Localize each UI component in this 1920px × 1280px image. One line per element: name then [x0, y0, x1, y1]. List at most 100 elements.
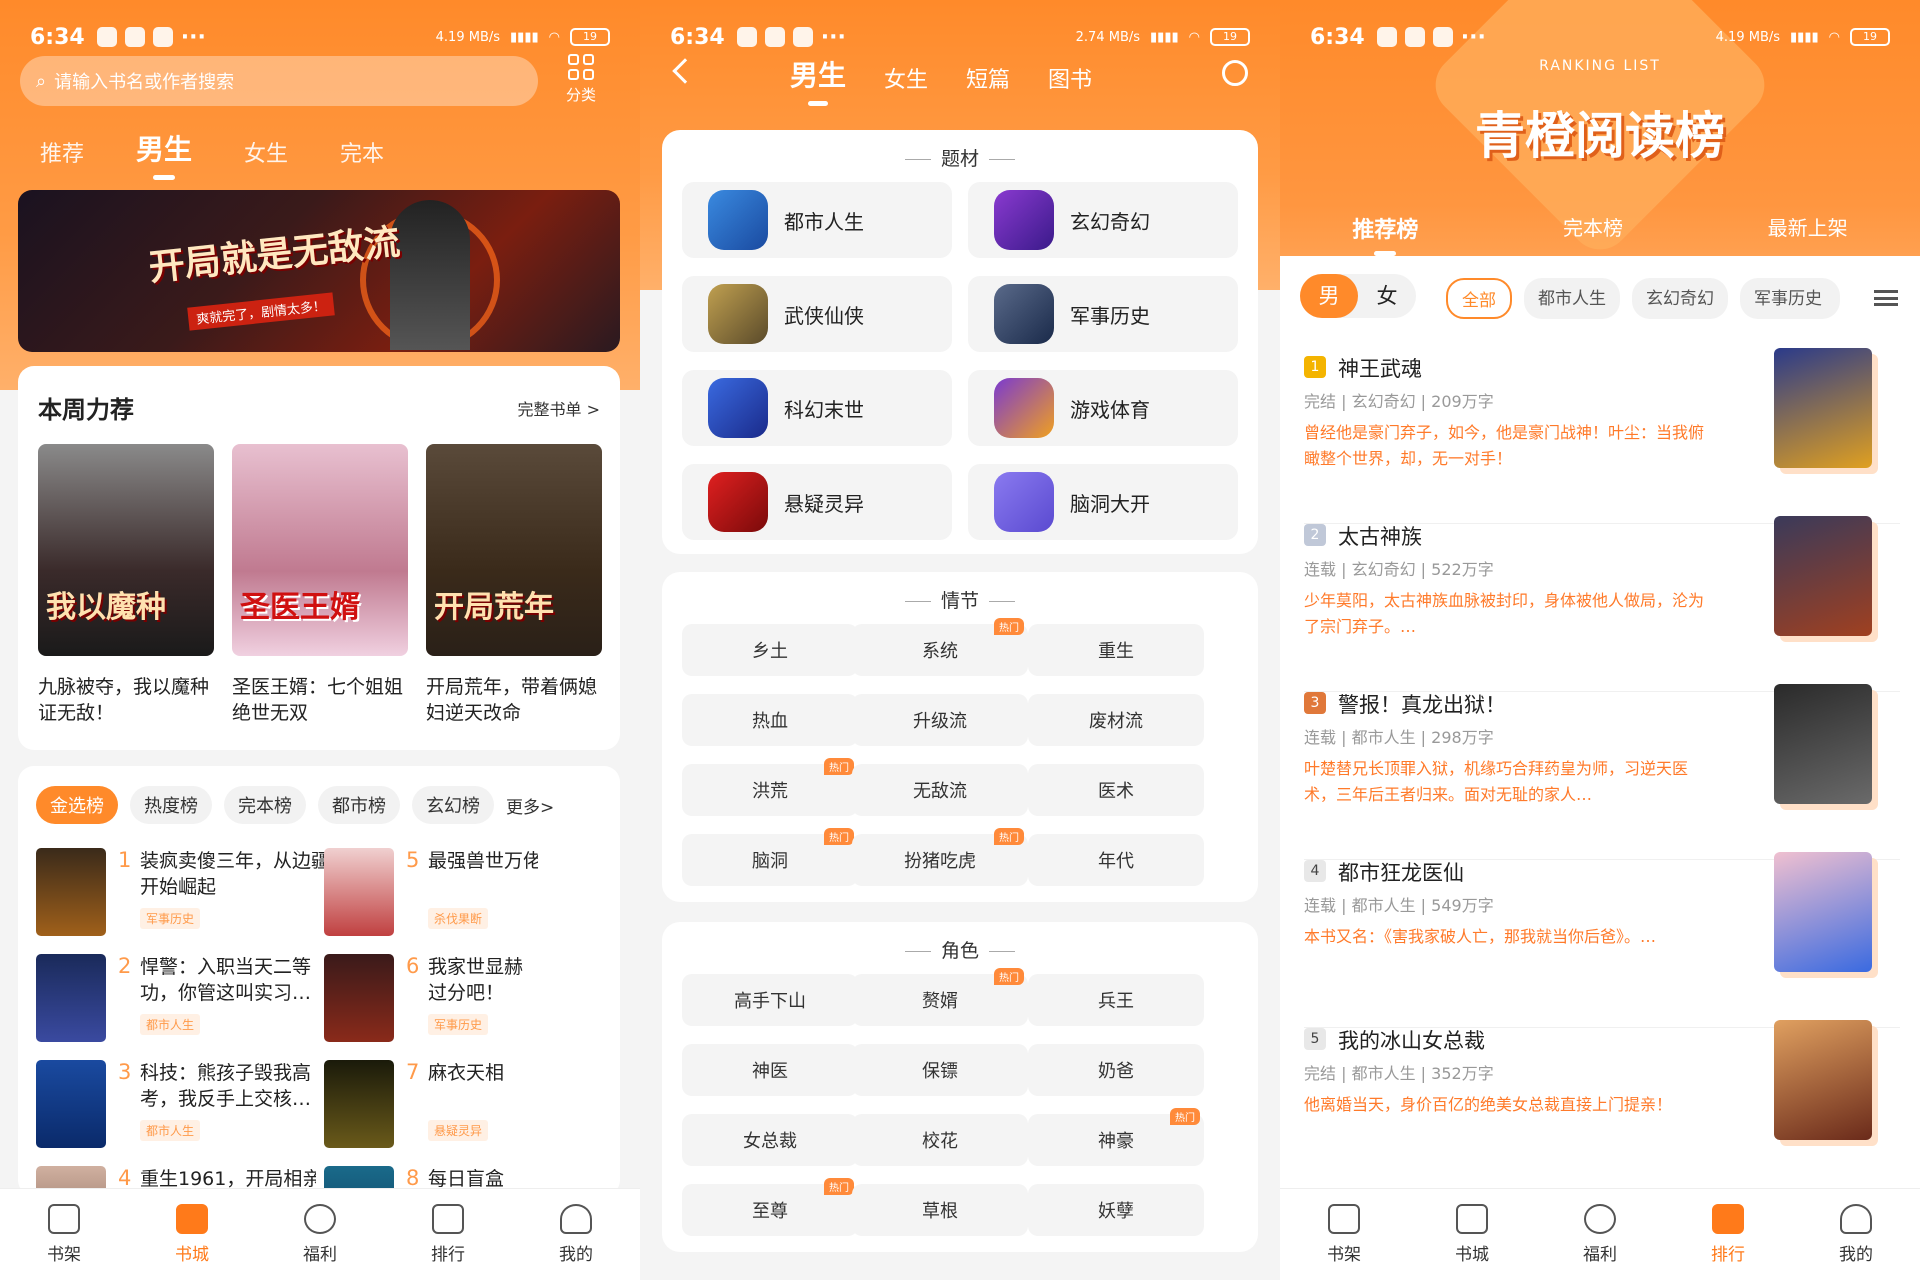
tab-male[interactable]: 男生	[790, 54, 846, 106]
tag-button[interactable]: 洪荒 热门	[682, 758, 858, 816]
gender-male[interactable]: 男	[1300, 274, 1358, 318]
grid-icon	[568, 54, 594, 80]
gender-female[interactable]: 女	[1358, 274, 1416, 318]
nav-ranking[interactable]: 排行	[384, 1189, 512, 1280]
bookstore-icon	[176, 1204, 208, 1234]
rank-number: 4	[118, 1166, 132, 1190]
nav-bookshelf[interactable]: 书架	[1280, 1189, 1408, 1280]
tag-button[interactable]: 高手下山	[682, 974, 858, 1026]
rank-badge: 4	[1304, 860, 1326, 882]
nav-bookstore[interactable]: 书城	[1408, 1189, 1536, 1280]
rank-tab-completed[interactable]: 完本榜	[224, 786, 306, 824]
bottom-navigation: 书架 书城 福利 排行 我的	[1280, 1188, 1920, 1280]
chip-all[interactable]: 全部	[1446, 278, 1512, 319]
tag-button[interactable]: 无敌流	[852, 764, 1028, 816]
ranking-row[interactable]: 1 神王武魂 完结 | 玄幻奇幻 | 209万字 曾经他是豪门弃子，如今，他是豪门战神…	[1304, 348, 1900, 524]
promo-banner[interactable]: 开局就是无敌流 爽就完了，剧情太多！	[18, 190, 620, 352]
rank-tab-hot[interactable]: 热度榜	[130, 786, 212, 824]
genre-military[interactable]: 军事历史	[968, 276, 1238, 352]
full-list-link[interactable]: 完整书单 >	[518, 396, 601, 420]
rank-item[interactable]: 7 麻衣天相 悬疑灵异	[324, 1060, 604, 1156]
tag-button[interactable]: 升级流	[852, 694, 1028, 746]
genre-wuxia[interactable]: 武侠仙侠	[682, 276, 952, 352]
nav-welfare[interactable]: 福利	[256, 1189, 384, 1280]
rank-number: 3	[118, 1060, 132, 1084]
genre-urban[interactable]: 都市人生	[682, 182, 952, 258]
tag-button[interactable]: 兵王	[1028, 974, 1204, 1026]
nav-bookstore[interactable]: 书城	[128, 1189, 256, 1280]
genre-brainhole[interactable]: 脑洞大开	[968, 464, 1238, 540]
tag-button[interactable]: 神医	[682, 1044, 858, 1096]
book-card[interactable]: 我以魔种 九脉被夺，我以魔种证无敌！	[38, 444, 214, 726]
tab-female[interactable]: 女生	[244, 136, 288, 168]
rank-item[interactable]: 6 我家世显赫过分吧！ 军事历史	[324, 954, 604, 1050]
rank-tab-fantasy[interactable]: 玄幻榜	[412, 786, 494, 824]
nav-profile[interactable]: 我的	[1792, 1189, 1920, 1280]
tag-button[interactable]: 热血	[682, 694, 858, 746]
tag-button[interactable]: 至尊 热门	[682, 1178, 858, 1236]
ranking-row[interactable]: 4 都市狂龙医仙 连载 | 都市人生 | 549万字 本书又名：《害我家破人亡，那我就…	[1304, 852, 1900, 1028]
nav-bookshelf[interactable]: 书架	[0, 1189, 128, 1280]
tag-button[interactable]: 重生	[1028, 624, 1204, 676]
nav-profile[interactable]: 我的	[512, 1189, 640, 1280]
category-button[interactable]: 分类	[566, 54, 596, 105]
tag-button[interactable]: 保镖	[852, 1044, 1028, 1096]
more-notifications-icon: ···	[1460, 24, 1486, 50]
rank-book-cover	[324, 848, 394, 936]
tag-button[interactable]: 扮猪吃虎 热门	[852, 828, 1028, 886]
rank-item[interactable]: 2 悍警：入职当天二等功，你管这叫实习… 都市人生	[36, 954, 316, 1050]
rank-tab-gold[interactable]: 金选榜	[36, 786, 118, 824]
book-card[interactable]: 圣医王婿 圣医王婿：七个姐姐绝世无双	[232, 444, 408, 726]
tab-recommended[interactable]: 推荐榜	[1352, 212, 1418, 256]
tab-recommend[interactable]: 推荐	[40, 136, 84, 168]
chip-military[interactable]: 军事历史	[1740, 278, 1840, 319]
tag-button[interactable]: 年代	[1028, 834, 1204, 886]
book-meta: 完结 | 玄幻奇幻 | 209万字	[1304, 392, 1494, 411]
tab-newest[interactable]: 最新上架	[1768, 212, 1848, 244]
tag-button[interactable]: 赘婿 热门	[852, 968, 1028, 1026]
tag-button[interactable]: 神豪 热门	[1028, 1108, 1204, 1166]
rank-more-link[interactable]: 更多>	[506, 793, 554, 818]
chip-fantasy[interactable]: 玄幻奇幻	[1632, 278, 1728, 319]
tab-short[interactable]: 短篇	[966, 62, 1010, 94]
ranking-card: 金选榜 热度榜 完本榜 都市榜 玄幻榜 更多> 1 装疯卖傻三年，从边疆开始崛起…	[18, 766, 620, 1196]
genre-scifi[interactable]: 科幻末世	[682, 370, 952, 446]
tab-completed[interactable]: 完本榜	[1563, 212, 1623, 244]
rank-tab-urban[interactable]: 都市榜	[318, 786, 400, 824]
genre-gaming[interactable]: 游戏体育	[968, 370, 1238, 446]
rank-item[interactable]: 5 最强兽世万佬雄竞修罗 杀伐果断	[324, 848, 604, 944]
rank-item[interactable]: 1 装疯卖傻三年，从边疆开始崛起 军事历史	[36, 848, 330, 944]
rank-number: 6	[406, 954, 420, 978]
nav-welfare[interactable]: 福利	[1536, 1189, 1664, 1280]
ranking-row[interactable]: 5 我的冰山女总裁 完结 | 都市人生 | 352万字 他离婚当天，身价百亿的绝美女总…	[1304, 1020, 1900, 1196]
tag-button[interactable]: 妖孽	[1028, 1184, 1204, 1236]
chip-urban[interactable]: 都市人生	[1524, 278, 1620, 319]
tag-button[interactable]: 校花	[852, 1114, 1028, 1166]
search-input[interactable]: ⌕ 请输入书名或作者搜索	[20, 56, 538, 106]
nav-ranking[interactable]: 排行	[1664, 1189, 1792, 1280]
tag-button[interactable]: 奶爸	[1028, 1044, 1204, 1096]
tag-button[interactable]: 女总裁	[682, 1114, 858, 1166]
tag-button[interactable]: 脑洞 热门	[682, 828, 858, 886]
tag-button[interactable]: 医术	[1028, 764, 1204, 816]
ranking-row[interactable]: 2 太古神族 连载 | 玄幻奇幻 | 522万字 少年莫阳，太古神族血脉被封印，身体被…	[1304, 516, 1900, 692]
tag-button[interactable]: 系统 热门	[852, 618, 1028, 676]
tab-books[interactable]: 图书	[1048, 62, 1092, 94]
battery-icon: 19	[570, 28, 610, 46]
genre-fantasy[interactable]: 玄幻奇幻	[968, 182, 1238, 258]
tag-button[interactable]: 乡土	[682, 624, 858, 676]
genre-mystery[interactable]: 悬疑灵异	[682, 464, 952, 540]
tag-button[interactable]: 草根	[852, 1184, 1028, 1236]
ranking-row[interactable]: 3 警报！真龙出狱！ 连载 | 都市人生 | 298万字 叶楚替兄长顶罪入狱，机缘巧合…	[1304, 684, 1900, 860]
rank-book-cover	[36, 954, 106, 1042]
tab-male[interactable]: 男生	[136, 128, 192, 180]
search-icon[interactable]	[1222, 60, 1248, 86]
tab-completed[interactable]: 完本	[340, 136, 384, 168]
tab-female[interactable]: 女生	[884, 62, 928, 94]
menu-icon[interactable]	[1874, 290, 1898, 306]
tag-button[interactable]: 废材流	[1028, 694, 1204, 746]
signal-icon: ▮▮▮▮	[510, 29, 539, 45]
rank-item[interactable]: 3 科技：熊孩子毁我高考，我反手上交核… 都市人生	[36, 1060, 316, 1156]
bookshelf-icon	[1328, 1204, 1360, 1234]
book-card[interactable]: 开局荒年 开局荒年，带着俩媳妇逆天改命	[426, 444, 602, 726]
